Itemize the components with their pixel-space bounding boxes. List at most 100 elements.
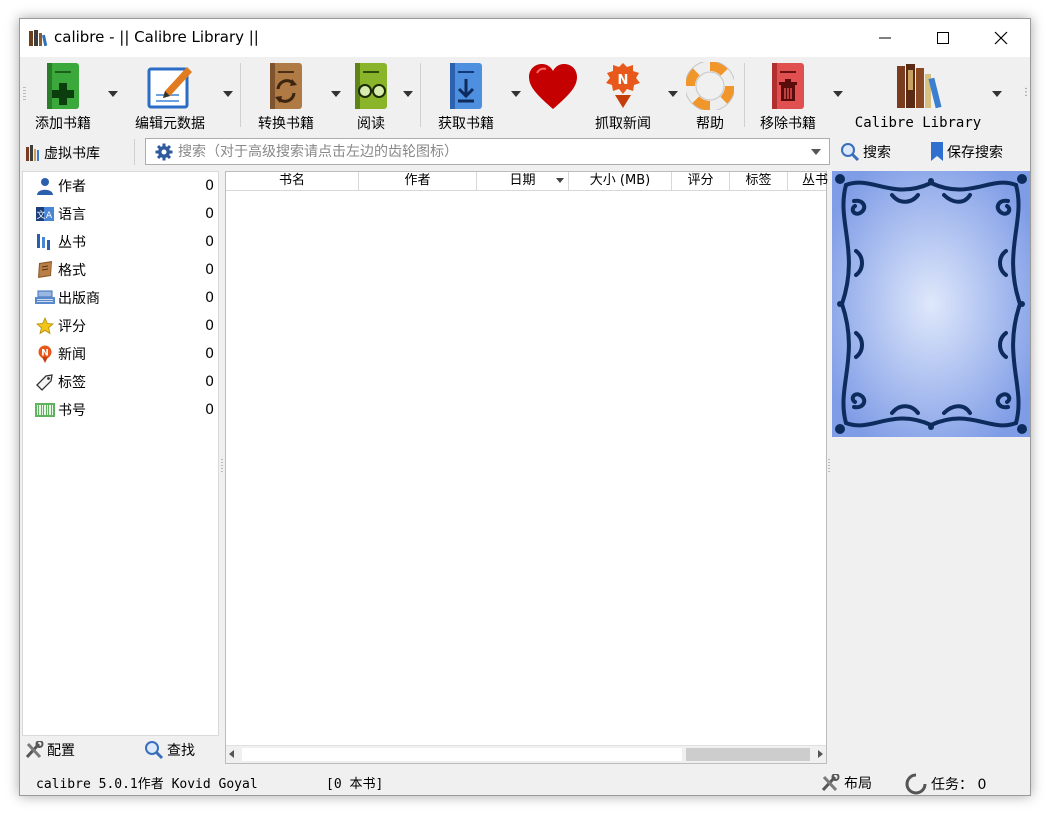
fetch-news-label: 抓取新闻 <box>595 116 651 132</box>
column-header-date[interactable]: 日期 <box>477 172 569 190</box>
maximize-button[interactable] <box>914 19 972 57</box>
remove-book-icon <box>772 63 804 109</box>
splitter-handle[interactable] <box>828 459 830 473</box>
column-header-size[interactable]: 大小 (MB) <box>569 172 672 190</box>
tag-browser-item-tags[interactable]: 标签 0 <box>23 368 218 396</box>
library-label: Calibre Library <box>854 115 982 131</box>
column-header-rating[interactable]: 评分 <box>672 172 730 190</box>
tag-label: 丛书 <box>58 235 86 251</box>
news-icon: N <box>38 345 52 363</box>
column-header-title[interactable]: 书名 <box>226 172 359 190</box>
book-cover-image <box>832 171 1030 437</box>
tag-browser: 作者 0 文A 语言 0 丛书 0 格式 0 出版商 0 评分 0 N 新闻 0… <box>22 171 219 736</box>
jobs-button[interactable]: 任务： 0 <box>905 773 986 795</box>
fetch-news-button[interactable]: N 抓取新闻 <box>590 57 656 133</box>
search-history-dropdown-arrow[interactable] <box>811 149 821 155</box>
tag-browser-item-authors[interactable]: 作者 0 <box>23 172 218 200</box>
spinner-icon <box>905 773 927 795</box>
search-button[interactable]: 搜索 <box>840 142 891 162</box>
publisher-icon <box>35 290 55 304</box>
column-header-series[interactable]: 丛书 <box>788 172 828 190</box>
svg-text:A: A <box>46 211 53 221</box>
tag-browser-item-identifiers[interactable]: 书号 0 <box>23 396 218 424</box>
column-header-author[interactable]: 作者 <box>359 172 477 190</box>
tag-icon <box>36 374 53 391</box>
tag-label: 出版商 <box>58 291 100 307</box>
toolbar-separator <box>240 63 241 127</box>
tools-icon <box>25 741 44 759</box>
find-label: 查找 <box>167 743 195 759</box>
library-dropdown-arrow[interactable] <box>992 91 1002 97</box>
get-books-dropdown-arrow[interactable] <box>511 91 521 97</box>
svg-text:文: 文 <box>36 209 45 221</box>
close-button[interactable] <box>972 19 1030 57</box>
toolbar-separator <box>420 63 421 127</box>
view-button[interactable]: 阅读 <box>348 57 394 133</box>
tag-count: 0 <box>205 290 214 306</box>
toolbar-overflow-icon[interactable]: ⋮ <box>1021 87 1030 98</box>
remove-books-dropdown-arrow[interactable] <box>833 91 843 97</box>
book-count-text: [0 本书] <box>326 777 384 792</box>
virtual-library-label: 虚拟书库 <box>44 146 100 162</box>
configure-button[interactable]: 配置 <box>24 737 75 763</box>
splitter-handle[interactable] <box>221 459 223 473</box>
star-icon <box>36 317 54 335</box>
news-icon: N <box>606 63 640 108</box>
get-books-button[interactable]: 获取书籍 <box>432 57 500 133</box>
fetch-news-dropdown-arrow[interactable] <box>668 91 678 97</box>
get-books-label: 获取书籍 <box>438 116 494 132</box>
find-button[interactable]: 查找 <box>144 737 195 763</box>
column-header-tags[interactable]: 标签 <box>730 172 788 190</box>
tag-count: 0 <box>205 346 214 362</box>
edit-metadata-button[interactable]: 编辑元数据 <box>128 57 212 133</box>
minimize-button[interactable] <box>856 19 914 57</box>
library-button[interactable]: Calibre Library <box>855 57 981 133</box>
tag-label: 标签 <box>58 375 86 391</box>
search-input[interactable] <box>178 141 798 162</box>
convert-books-label: 转换书籍 <box>258 116 314 132</box>
convert-books-dropdown-arrow[interactable] <box>331 91 341 97</box>
scroll-right-arrow[interactable] <box>818 750 823 758</box>
scroll-left-arrow[interactable] <box>229 750 234 758</box>
help-button[interactable]: 帮助 <box>685 57 735 133</box>
convert-book-icon <box>270 63 302 109</box>
add-books-button[interactable]: 添加书籍 <box>30 57 96 133</box>
search-box <box>145 138 830 165</box>
gear-icon[interactable] <box>155 143 173 161</box>
donate-button[interactable] <box>525 57 581 133</box>
remove-books-button[interactable]: 移除书籍 <box>754 57 822 133</box>
tag-label: 书号 <box>58 403 86 419</box>
tag-label: 语言 <box>58 207 86 223</box>
saved-search-button[interactable]: 保存搜索 <box>930 142 1003 162</box>
edit-metadata-dropdown-arrow[interactable] <box>223 91 233 97</box>
calibre-logo-icon <box>29 30 48 47</box>
tag-browser-item-formats[interactable]: 格式 0 <box>23 256 218 284</box>
scrollbar-thumb[interactable] <box>686 748 810 761</box>
convert-books-button[interactable]: 转换书籍 <box>250 57 322 133</box>
remove-books-label: 移除书籍 <box>760 116 816 132</box>
add-books-dropdown-arrow[interactable] <box>108 91 118 97</box>
tag-count: 0 <box>205 402 214 418</box>
tag-count: 0 <box>205 318 214 334</box>
toolbar-grip[interactable] <box>23 87 26 101</box>
sort-arrow-icon <box>556 178 564 183</box>
bookmark-icon <box>931 142 943 161</box>
main-toolbar: 添加书籍 编辑元数据 转换书籍 阅读 获取书籍 N 抓取新闻 帮助 移除书籍 C… <box>20 57 1030 133</box>
tag-count: 0 <box>205 234 214 250</box>
tag-label: 作者 <box>58 179 86 195</box>
virtual-library-button[interactable]: 虚拟书库 <box>26 143 100 163</box>
tag-browser-item-publishers[interactable]: 出版商 0 <box>23 284 218 312</box>
tag-browser-item-languages[interactable]: 文A 语言 0 <box>23 200 218 228</box>
close-icon <box>994 31 1008 45</box>
tag-browser-item-news[interactable]: N 新闻 0 <box>23 340 218 368</box>
search-button-label: 搜索 <box>863 145 891 161</box>
toolbar-separator <box>744 63 745 127</box>
tag-browser-item-rating[interactable]: 评分 0 <box>23 312 218 340</box>
layout-button[interactable]: 布局 <box>820 773 872 793</box>
search-bar: 虚拟书库 搜索（对于高级搜索请点击左边的齿轮图标） 搜索 保存搜索 <box>20 133 1030 171</box>
calibre-window: calibre - || Calibre Library || 添加书籍 编辑元… <box>19 18 1031 796</box>
view-dropdown-arrow[interactable] <box>403 91 413 97</box>
tag-browser-item-series[interactable]: 丛书 0 <box>23 228 218 256</box>
get-books-icon <box>450 63 482 109</box>
horizontal-scrollbar[interactable] <box>226 745 826 763</box>
